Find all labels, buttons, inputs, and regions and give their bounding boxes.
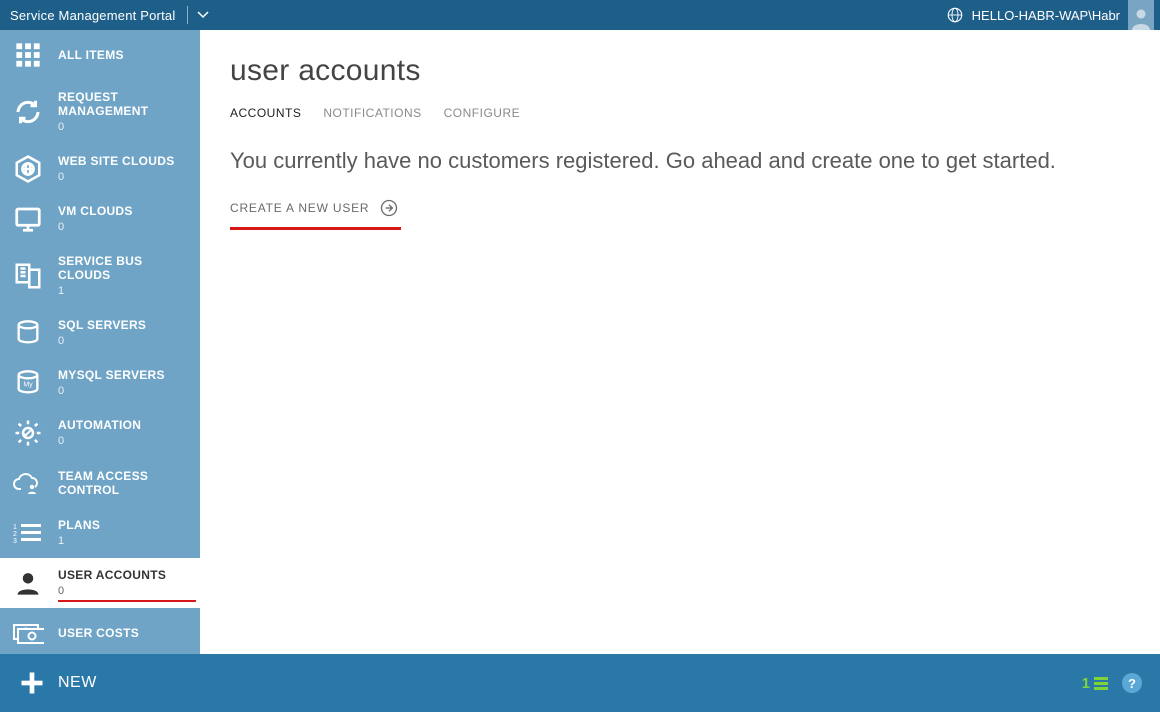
cloud-person-icon xyxy=(10,469,46,497)
help-icon: ? xyxy=(1128,676,1136,691)
arrow-right-circle-icon xyxy=(379,198,399,218)
sidebar-item-label: SERVICE BUS CLOUDS xyxy=(58,254,190,283)
sidebar-item-label: PLANS xyxy=(58,518,100,532)
sidebar-item-count: 0 xyxy=(58,221,133,234)
plus-icon xyxy=(18,669,46,697)
notification-count-value: 1 xyxy=(1082,675,1090,692)
sidebar-item-count: 0 xyxy=(58,585,166,598)
person-icon xyxy=(10,569,46,597)
new-button[interactable]: NEW xyxy=(18,669,97,697)
main-content: user accounts ACCOUNTS NOTIFICATIONS CON… xyxy=(200,30,1160,654)
cycle-icon xyxy=(10,97,46,127)
sidebar-item-label: VM CLOUDS xyxy=(58,204,133,218)
header-user-label: HELLO-HABR-WAP\Habr xyxy=(972,8,1120,23)
sidebar-item-count: 0 xyxy=(58,121,190,134)
sidebar: ALL ITEMS REQUEST MANAGEMENT 0 xyxy=(0,30,200,654)
empty-state-message: You currently have no customers register… xyxy=(230,148,1130,174)
sidebar-item-label: SQL SERVERS xyxy=(58,318,146,332)
svg-text:2: 2 xyxy=(13,531,17,538)
sidebar-item-count: 0 xyxy=(58,435,141,448)
svg-text:3: 3 xyxy=(13,538,17,545)
help-button[interactable]: ? xyxy=(1122,673,1142,693)
new-button-label: NEW xyxy=(58,674,97,692)
sidebar-item-website-clouds[interactable]: WEB SITE CLOUDS 0 xyxy=(0,144,200,194)
tab-accounts[interactable]: ACCOUNTS xyxy=(230,106,301,120)
sidebar-item-label: ALL ITEMS xyxy=(58,48,124,62)
header-user-area[interactable]: HELLO-HABR-WAP\Habr xyxy=(946,0,1160,30)
sidebar-item-mysql-servers[interactable]: My MYSQL SERVERS 0 xyxy=(0,358,200,408)
tab-notifications[interactable]: NOTIFICATIONS xyxy=(323,106,421,120)
header-bar: Service Management Portal HELLO-HABR-WAP… xyxy=(0,0,1160,30)
tab-configure[interactable]: CONFIGURE xyxy=(444,106,521,120)
sidebar-item-automation[interactable]: AUTOMATION 0 xyxy=(0,408,200,458)
sidebar-item-label: USER ACCOUNTS xyxy=(58,568,166,582)
globe-icon xyxy=(946,6,964,24)
create-new-user-label: CREATE A NEW USER xyxy=(230,201,369,215)
grid-icon xyxy=(10,41,46,69)
header-menu-toggle[interactable] xyxy=(196,8,210,22)
money-icon xyxy=(10,621,46,645)
sidebar-item-team-access[interactable]: TEAM ACCESS CONTROL xyxy=(0,458,200,508)
person-icon xyxy=(1130,6,1152,30)
sidebar-item-count: 1 xyxy=(58,285,190,298)
sidebar-item-sql-servers[interactable]: SQL SERVERS 0 xyxy=(0,308,200,358)
sidebar-item-service-bus[interactable]: SERVICE BUS CLOUDS 1 xyxy=(0,244,200,308)
svg-text:My: My xyxy=(23,381,33,388)
sidebar-item-count: 0 xyxy=(58,385,165,398)
gear-icon xyxy=(10,418,46,448)
chevron-down-icon xyxy=(196,8,210,22)
svg-text:1: 1 xyxy=(13,524,17,531)
sidebar-item-label: TEAM ACCESS CONTROL xyxy=(58,469,190,498)
sidebar-item-user-accounts[interactable]: USER ACCOUNTS 0 xyxy=(0,558,200,608)
sidebar-item-count: 0 xyxy=(58,171,175,184)
sidebar-item-user-costs[interactable]: USER COSTS xyxy=(0,608,200,654)
mysql-icon: My xyxy=(10,369,46,397)
globe-hex-icon xyxy=(10,154,46,184)
sidebar-item-label: REQUEST MANAGEMENT xyxy=(58,90,190,119)
sidebar-item-label: WEB SITE CLOUDS xyxy=(58,154,175,168)
sidebar-item-vm-clouds[interactable]: VM CLOUDS 0 xyxy=(0,194,200,244)
monitor-icon xyxy=(10,204,46,234)
sidebar-item-plans[interactable]: 1 2 3 PLANS 1 xyxy=(0,508,200,558)
bars-icon xyxy=(1094,677,1108,690)
create-new-user-button[interactable]: CREATE A NEW USER xyxy=(230,198,399,226)
sidebar-item-count: 1 xyxy=(58,535,100,548)
bottom-bar: NEW 1 ? xyxy=(0,654,1160,712)
sidebar-item-label: AUTOMATION xyxy=(58,418,141,432)
notification-count[interactable]: 1 xyxy=(1082,675,1108,692)
app-title: Service Management Portal xyxy=(0,8,175,23)
sidebar-item-all-items[interactable]: ALL ITEMS xyxy=(0,30,200,80)
bus-icon xyxy=(10,261,46,291)
tabs: ACCOUNTS NOTIFICATIONS CONFIGURE xyxy=(230,106,1130,120)
list-icon: 1 2 3 xyxy=(10,521,46,545)
avatar[interactable] xyxy=(1128,0,1154,30)
header-divider xyxy=(187,6,188,24)
sidebar-item-label: USER COSTS xyxy=(58,626,139,640)
sidebar-item-count: 0 xyxy=(58,335,146,348)
sidebar-item-request-management[interactable]: REQUEST MANAGEMENT 0 xyxy=(0,80,200,144)
page-title: user accounts xyxy=(230,54,1130,88)
db-icon xyxy=(10,319,46,347)
sidebar-item-label: MYSQL SERVERS xyxy=(58,368,165,382)
